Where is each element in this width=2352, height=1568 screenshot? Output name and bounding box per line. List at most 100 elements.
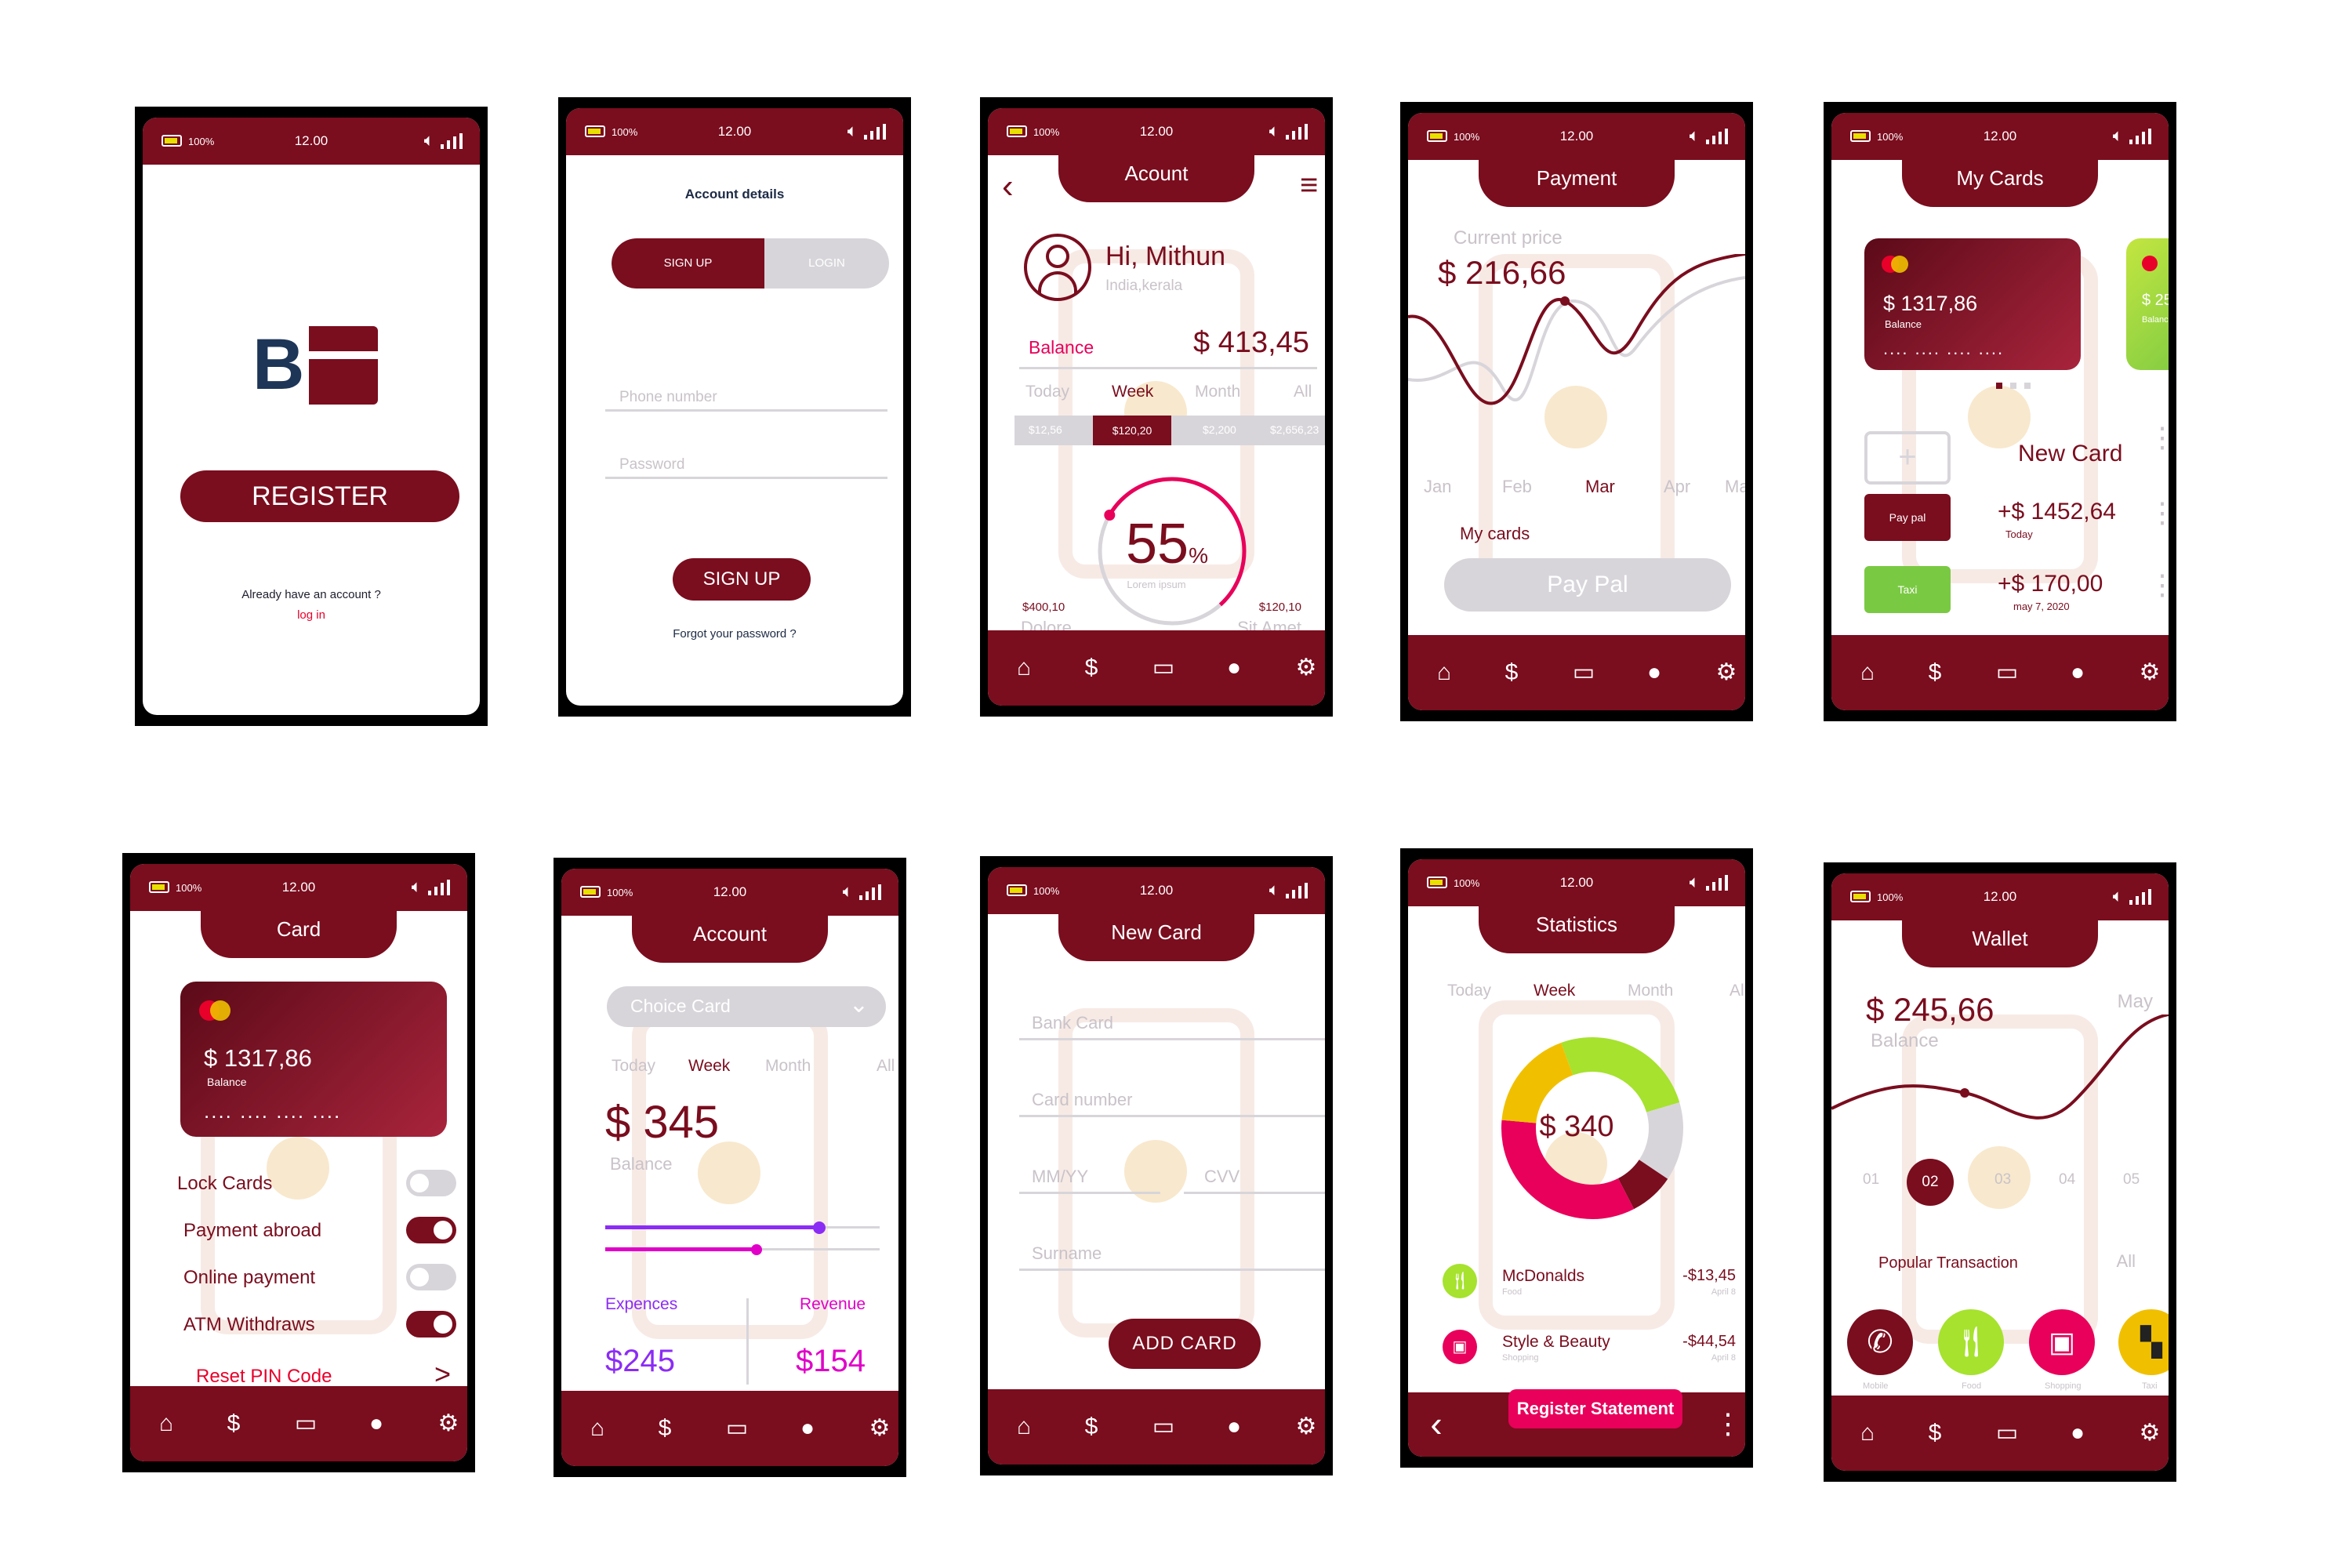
setting-toggle[interactable] (406, 1217, 456, 1243)
card-icon[interactable]: ▭ (1146, 1410, 1181, 1444)
card-number-field[interactable]: Card number (1032, 1090, 1132, 1110)
list-item[interactable]: ▣ Style & Beauty Shopping -$44,54 April … (1443, 1330, 1745, 1377)
signup-button[interactable]: SIGN UP (673, 558, 811, 601)
tab-month[interactable]: Month (1195, 383, 1240, 401)
category-food[interactable]: 🍴︎ Food (1938, 1309, 2007, 1396)
card-icon[interactable]: ▭ (1990, 655, 2024, 690)
user-icon[interactable]: ● (1217, 1410, 1251, 1444)
day-item[interactable]: 04 (2059, 1171, 2075, 1189)
bank-icon[interactable]: ⌂ (1427, 655, 1461, 690)
dollar-icon[interactable]: $ (1074, 1410, 1109, 1444)
card-balance: $ 1317,86 (204, 1044, 312, 1072)
reset-pin-link[interactable]: Reset PIN Code (196, 1366, 332, 1388)
bank-icon[interactable]: ⌂ (1007, 651, 1041, 685)
password-field[interactable]: Password (619, 456, 684, 474)
card-icon[interactable]: ▭ (720, 1411, 754, 1446)
tab-month[interactable]: Month (765, 1057, 811, 1076)
day-item[interactable]: 01 (1863, 1171, 1879, 1189)
add-card-button[interactable]: + (1864, 431, 1951, 485)
dollar-icon[interactable]: $ (1918, 655, 1952, 690)
login-link[interactable]: log in (143, 608, 480, 622)
tab-all[interactable]: All (1730, 982, 1745, 1000)
user-icon[interactable]: ● (2060, 1416, 2095, 1450)
add-card-button[interactable]: ADD CARD (1109, 1319, 1261, 1369)
day-item[interactable]: 05 (2123, 1171, 2140, 1189)
phone-field[interactable]: Phone number (619, 389, 717, 406)
card-number: .... .... .... .... (1883, 339, 2005, 358)
gear-icon[interactable]: ⚙ (862, 1411, 897, 1446)
dollar-icon[interactable]: $ (648, 1411, 682, 1446)
user-icon[interactable]: ● (1637, 655, 1671, 690)
cvv-field[interactable]: CVV (1204, 1167, 1240, 1187)
bank-card[interactable]: $ 1317,86 Balance .... .... .... .... (180, 982, 447, 1137)
menu-icon[interactable]: ≡ (1300, 169, 1318, 201)
gear-icon[interactable]: ⚙ (1289, 1410, 1323, 1444)
more-icon[interactable]: ⋮ (2148, 423, 2169, 452)
card-icon[interactable]: ▭ (1566, 655, 1601, 690)
tab-login[interactable]: LOGIN (764, 238, 889, 289)
dollar-icon[interactable]: $ (1494, 655, 1529, 690)
bank-card-field[interactable]: Bank Card (1032, 1013, 1113, 1033)
back-icon[interactable]: ‹ (1002, 169, 1014, 204)
gear-icon[interactable]: ⚙ (2132, 655, 2167, 690)
gear-icon[interactable]: ⚙ (2132, 1416, 2167, 1450)
transaction-row[interactable]: Taxi +$ 170,00 may 7, 2020 ⋮ (1864, 566, 2169, 621)
more-icon[interactable]: ⋮ (1711, 1406, 1745, 1441)
day-item-selected[interactable]: 02 (1907, 1159, 1954, 1206)
card-icon[interactable]: ▭ (289, 1406, 323, 1441)
tab-signup[interactable]: SIGN UP (612, 238, 764, 289)
category-taxi[interactable]: ▚ Taxi (2118, 1309, 2169, 1396)
back-icon[interactable]: ‹ (1419, 1406, 1454, 1442)
setting-toggle[interactable] (406, 1264, 456, 1290)
revenue-slider[interactable] (605, 1242, 880, 1258)
expense-slider[interactable] (605, 1220, 880, 1236)
user-icon[interactable]: ● (359, 1406, 394, 1441)
more-icon[interactable]: ⋮ (2148, 571, 2169, 599)
tab-all[interactable]: All (877, 1057, 895, 1076)
user-icon[interactable]: ● (790, 1411, 825, 1446)
bank-icon[interactable]: ⌂ (1007, 1410, 1041, 1444)
card-icon[interactable]: ▭ (1990, 1416, 2024, 1450)
day-item[interactable]: 03 (1994, 1171, 2011, 1189)
expiry-field[interactable]: MM/YY (1032, 1167, 1088, 1187)
tab-today[interactable]: Today (1447, 982, 1491, 1000)
dollar-icon[interactable]: $ (1074, 651, 1109, 685)
bank-icon[interactable]: ⌂ (580, 1411, 615, 1446)
card-select[interactable]: Choice Card ⌄ (607, 986, 886, 1027)
tab-today[interactable]: Today (1025, 383, 1069, 401)
tab-week[interactable]: Week (1112, 383, 1153, 401)
dollar-icon[interactable]: $ (1918, 1416, 1952, 1450)
setting-toggle[interactable] (406, 1311, 456, 1338)
gear-icon[interactable]: ⚙ (1709, 655, 1744, 690)
tab-week[interactable]: Week (1534, 982, 1575, 1000)
all-link[interactable]: All (2117, 1251, 2136, 1272)
transaction-amount: +$ 170,00 (1998, 571, 2103, 597)
tab-month[interactable]: Month (1628, 982, 1673, 1000)
taxi-icon: ▚ (2118, 1309, 2169, 1375)
gear-icon[interactable]: ⚙ (1289, 651, 1323, 685)
dollar-icon[interactable]: $ (216, 1406, 251, 1441)
more-icon[interactable]: ⋮ (2148, 499, 2169, 527)
setting-toggle[interactable] (406, 1170, 456, 1196)
bank-icon[interactable]: ⌂ (149, 1406, 183, 1441)
register-button[interactable]: REGISTER (180, 470, 459, 522)
category-shopping[interactable]: ▣ Shopping (2029, 1309, 2098, 1396)
category-mobile[interactable]: ✆ Mobile (1847, 1309, 1916, 1396)
forgot-password-link[interactable]: Forgot your password ? (566, 627, 903, 641)
bank-icon[interactable]: ⌂ (1850, 655, 1885, 690)
list-item[interactable]: 🍴︎ McDonalds Food -$13,45 April 8 (1443, 1264, 1745, 1311)
surname-field[interactable]: Surname (1032, 1243, 1102, 1264)
tab-all[interactable]: All (1294, 383, 1312, 401)
bank-icon[interactable]: ⌂ (1850, 1416, 1885, 1450)
user-icon[interactable]: ● (2060, 655, 2095, 690)
transaction-row[interactable]: Pay pal +$ 1452,64 Today ⋮ (1864, 494, 2169, 549)
register-statement-button[interactable]: Register Statement (1508, 1389, 1682, 1428)
bank-card[interactable]: $ 1317,86 Balance .... .... .... .... (1864, 238, 2081, 370)
tab-week[interactable]: Week (688, 1057, 730, 1076)
user-icon[interactable]: ● (1217, 651, 1251, 685)
card-icon[interactable]: ▭ (1146, 651, 1181, 685)
paypal-button[interactable]: Pay Pal (1444, 558, 1731, 612)
gear-icon[interactable]: ⚙ (431, 1406, 466, 1441)
side-card[interactable]: $ 25 Balance (2126, 238, 2169, 370)
tab-today[interactable]: Today (612, 1057, 655, 1076)
